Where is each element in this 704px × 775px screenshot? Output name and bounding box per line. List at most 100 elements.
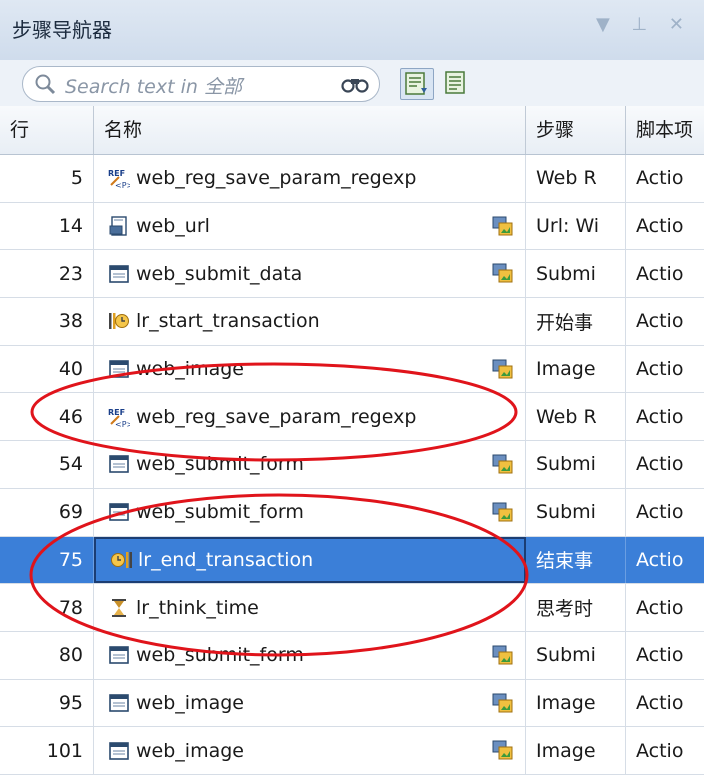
table-row[interactable]: 69 web_submit_form Submi Actio: [0, 488, 704, 537]
row-step-name-cell[interactable]: web_submit_form: [94, 488, 526, 536]
table-row[interactable]: 40 web_image Image Actio: [0, 345, 704, 394]
row-script-item: Actio: [636, 215, 684, 238]
resource-icon[interactable]: [491, 215, 513, 237]
row-step-type: Submi: [526, 441, 626, 488]
row-script-item: Actio: [636, 310, 684, 333]
row-step-name-cell[interactable]: web_image: [94, 345, 526, 393]
table-row[interactable]: 95 web_image Image Actio: [0, 679, 704, 728]
row-step-type: Web R: [526, 393, 626, 441]
panel-window-controls[interactable]: ▼ ⊥ ✕: [596, 14, 692, 35]
column-header-name[interactable]: 名称: [94, 106, 526, 154]
resource-icon[interactable]: [491, 358, 513, 380]
row-step-name: web_reg_save_param_regexp: [136, 405, 417, 428]
row-step-name: lr_think_time: [136, 596, 259, 619]
binoculars-icon[interactable]: [341, 73, 369, 95]
row-line-number: 46: [0, 393, 94, 441]
resource-icon[interactable]: [491, 739, 513, 761]
column-header-step[interactable]: 步骤: [526, 106, 626, 154]
row-step-name-cell[interactable]: lr_end_transaction: [94, 536, 526, 584]
regex-icon: REF <P>: [108, 408, 130, 428]
row-line-number: 40: [0, 345, 94, 393]
panel-title: 步骤导航器: [12, 18, 112, 42]
transaction-start-icon: [109, 313, 129, 330]
row-line-number: 95: [0, 679, 94, 727]
hourglass-icon: [112, 598, 126, 617]
row-step-name: web_submit_form: [136, 453, 304, 476]
row-script-item: Actio: [636, 453, 684, 476]
table-row[interactable]: 101 web_image Image Actio: [0, 727, 704, 775]
table-row[interactable]: 5 REF <P> web_reg_save_param_regexp Web R Act…: [0, 155, 704, 203]
row-step-name: web_url: [136, 215, 210, 238]
window-icon: [109, 646, 129, 665]
row-step-name-cell[interactable]: web_submit_form: [94, 441, 526, 488]
row-step-type: Submi: [526, 250, 626, 298]
row-step-type: 结束事: [526, 536, 626, 584]
window-icon: [109, 694, 129, 712]
row-script-item: Actio: [636, 644, 684, 667]
column-header-script[interactable]: 脚本项: [626, 106, 704, 154]
row-step-name: web_image: [136, 739, 244, 762]
row-step-name: web_submit_form: [136, 644, 304, 667]
list-view-icon: [405, 72, 427, 95]
row-line-number: 23: [0, 250, 94, 298]
row-line-number: 38: [0, 298, 94, 345]
row-script-item: Actio: [636, 405, 684, 428]
row-step-type: 思考时: [526, 584, 626, 631]
row-step-type: Submi: [526, 631, 626, 679]
svg-text:REF: REF: [108, 169, 125, 178]
url-page-icon: [109, 216, 127, 236]
table-row[interactable]: 54 web_submit_form Submi Actio: [0, 441, 704, 489]
row-step-name: web_image: [136, 691, 244, 714]
resource-icon[interactable]: [491, 453, 513, 475]
table-row[interactable]: 80 web_submit_form Submi Actio: [0, 631, 704, 680]
resource-icon[interactable]: [491, 692, 513, 714]
row-step-type: Url: Wi: [526, 202, 626, 250]
row-step-type: Submi: [526, 488, 626, 536]
window-icon: [109, 455, 129, 474]
row-line-number: 75: [0, 536, 94, 584]
resource-icon[interactable]: [491, 262, 513, 284]
row-script-item: Actio: [636, 167, 684, 190]
row-step-name: lr_start_transaction: [136, 310, 320, 333]
row-script-item: Actio: [636, 691, 684, 714]
column-header-line[interactable]: 行: [0, 106, 94, 154]
steps-table: 行 名称 步骤 脚本项 5 REF <P> web_reg_save_param_re…: [0, 106, 704, 775]
transaction-end-icon: [111, 551, 132, 568]
window-icon: [109, 264, 129, 283]
row-step-name-cell[interactable]: lr_start_transaction: [94, 298, 526, 345]
row-step-type: Web R: [526, 155, 626, 202]
row-step-type: Image: [526, 679, 626, 727]
expand-view-button[interactable]: [400, 68, 434, 100]
row-step-name-cell[interactable]: web_submit_data: [94, 250, 526, 298]
table-row[interactable]: 23 web_submit_data Submi Actio: [0, 250, 704, 299]
window-icon: [109, 741, 129, 760]
row-step-name-cell[interactable]: web_url: [94, 202, 526, 250]
row-step-name: web_reg_save_param_regexp: [136, 167, 417, 190]
row-step-type: Image: [526, 345, 626, 393]
collapse-view-button[interactable]: [440, 68, 472, 98]
row-step-name-cell[interactable]: REF <P> web_reg_save_param_regexp: [94, 393, 526, 441]
table-row[interactable]: 78 lr_think_time 思考时 Actio: [0, 584, 704, 632]
regex-icon: REF <P>: [108, 169, 130, 189]
table-row[interactable]: 46 REF <P> web_reg_save_param_regexp Web R Ac…: [0, 393, 704, 442]
row-step-name-cell[interactable]: REF <P> web_reg_save_param_regexp: [94, 155, 526, 202]
table-row[interactable]: 38 lr_start_transaction 开始事 Actio: [0, 298, 704, 346]
table-body: 5 REF <P> web_reg_save_param_regexp Web R Act…: [0, 155, 704, 775]
table-row[interactable]: 14 web_url Url: Wi Actio: [0, 202, 704, 251]
row-line-number: 69: [0, 488, 94, 536]
row-step-type: 开始事: [526, 298, 626, 345]
row-step-name-cell[interactable]: web_submit_form: [94, 631, 526, 679]
search-input[interactable]: Search text in 全部: [22, 66, 380, 102]
table-header: 行 名称 步骤 脚本项: [0, 106, 704, 155]
window-icon: [109, 503, 129, 521]
svg-text:<P>: <P>: [115, 420, 130, 428]
resource-icon[interactable]: [491, 501, 513, 523]
search-placeholder: Search text in 全部: [65, 76, 242, 98]
table-row[interactable]: 75 lr_end_transaction 结束事 Actio: [0, 536, 704, 585]
row-step-name-cell[interactable]: lr_think_time: [94, 584, 526, 631]
panel-titlebar: 步骤导航器 ▼ ⊥ ✕: [0, 0, 704, 61]
row-step-name-cell[interactable]: web_image: [94, 679, 526, 727]
row-line-number: 14: [0, 202, 94, 250]
search-icon: [35, 74, 56, 95]
resource-icon[interactable]: [491, 644, 513, 666]
